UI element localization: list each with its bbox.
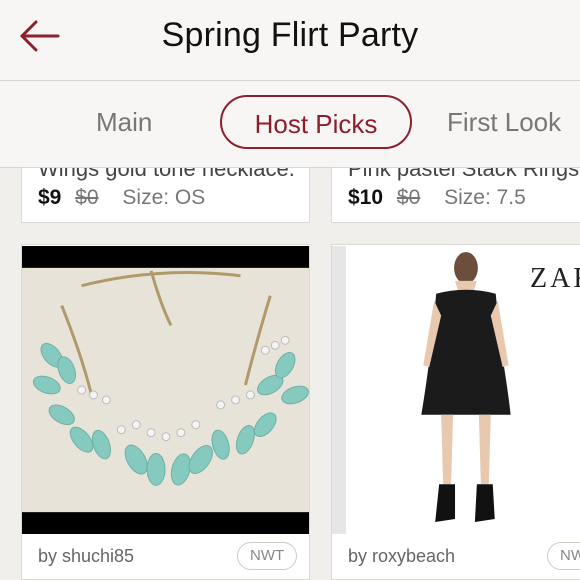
listing-title: Pink pastel Stack Rings (348, 167, 580, 181)
tab-bar: Main Host Picks First Look (0, 81, 580, 168)
listing-photo-necklace[interactable] (22, 245, 309, 535)
page-title: Spring Flirt Party (161, 16, 419, 54)
tab-host-picks[interactable]: Host Picks (220, 95, 412, 149)
price: $10 (348, 186, 384, 209)
price: $9 (38, 186, 62, 209)
price-row: $9 $0 Size: OS (38, 186, 205, 210)
app-header: Spring Flirt Party (0, 0, 580, 81)
listing-card[interactable]: Wings gold tone necklace. $9 $0 Size: OS (21, 167, 310, 223)
listing-card[interactable]: by shuchi85 NWT (21, 244, 310, 580)
brand-logo-text: ZARA (530, 263, 580, 294)
seller-name[interactable]: by shuchi85 (38, 546, 134, 567)
tab-first-look[interactable]: First Look (447, 95, 561, 149)
size-label: Size: OS (122, 186, 206, 209)
seller-name[interactable]: by roxybeach (348, 546, 455, 567)
tab-main[interactable]: Main (96, 95, 152, 149)
original-price: $0 (396, 186, 421, 209)
listing-card[interactable]: Pink pastel Stack Rings $10 $0 Size: 7.5 (331, 167, 580, 223)
price-row: $10 $0 Size: 7.5 (348, 186, 526, 210)
listing-title: Wings gold tone necklace. (38, 167, 295, 181)
size-label: Size: 7.5 (444, 186, 526, 209)
nwt-badge: NWT (237, 542, 298, 570)
original-price: $0 (75, 186, 99, 209)
nwt-badge: NWT (547, 542, 580, 570)
listing-card[interactable]: ZARA by roxybeach NWT (331, 244, 580, 580)
